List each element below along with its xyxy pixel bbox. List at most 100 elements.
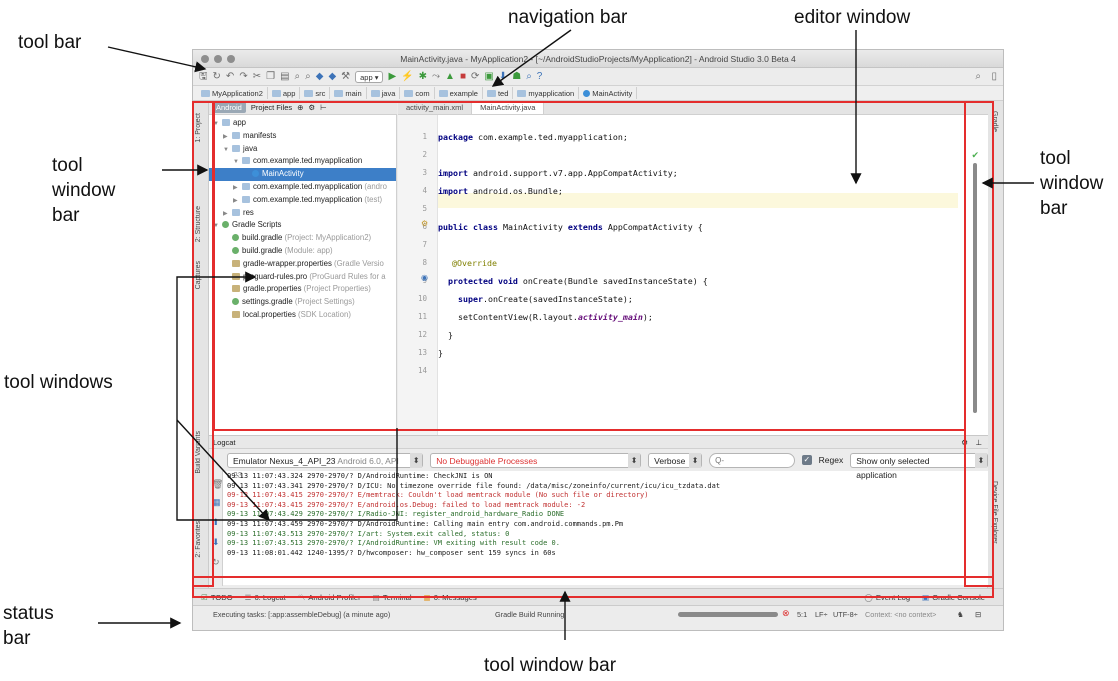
build-status: Gradle Build Running bbox=[495, 609, 565, 619]
forward-icon[interactable]: ◆ bbox=[328, 70, 336, 84]
log-line: 09-13 11:07:43.513 2970-2970/? I/Android… bbox=[227, 539, 560, 548]
gradle-sync-icon[interactable]: ⟳ bbox=[471, 70, 479, 84]
folder-icon bbox=[334, 89, 344, 97]
breadcrumb-item[interactable]: com bbox=[400, 87, 435, 99]
file-encoding[interactable]: UTF-8÷ bbox=[833, 610, 858, 619]
sdk-manager-icon[interactable]: ⬇ bbox=[499, 70, 507, 84]
device-select[interactable]: Emulator Nexus_4_API_23 Android 6.0, API… bbox=[227, 452, 424, 480]
log-line: 09-13 11:07:43.324 2970-2970/? D/Android… bbox=[227, 472, 493, 480]
callout-editor-window: editor window bbox=[794, 7, 911, 28]
callout-navigation-bar: navigation bar bbox=[508, 7, 628, 28]
hector-icon[interactable]: ♞ bbox=[957, 610, 964, 619]
caret-position[interactable]: 5:1 bbox=[797, 610, 807, 619]
breadcrumb-item[interactable]: ted bbox=[483, 87, 514, 99]
line-separator[interactable]: LF÷ bbox=[815, 610, 828, 619]
breadcrumb-item[interactable]: MainActivity bbox=[579, 87, 638, 99]
make-project-icon[interactable]: ⚒ bbox=[341, 70, 350, 84]
callout-tool-bar: tool bar bbox=[18, 32, 82, 53]
breadcrumb-item[interactable]: src bbox=[300, 87, 331, 99]
build-progress-bar bbox=[678, 612, 778, 617]
log-line: 09-13 11:07:43.513 2970-2970/? I/art: Sy… bbox=[227, 529, 510, 538]
callout-tool-window-bar-bottom: tool window bar bbox=[484, 655, 617, 676]
search-everywhere-icon[interactable]: ⌕ bbox=[975, 70, 981, 84]
arrow-tool-bar bbox=[107, 46, 207, 73]
highlight-right-tool-window-bar bbox=[964, 101, 994, 587]
undo-icon[interactable]: ↶ bbox=[226, 70, 234, 84]
breadcrumb-label: ted bbox=[497, 88, 509, 98]
breadcrumb-label: com bbox=[415, 88, 430, 98]
logcat-title: Logcat bbox=[213, 438, 236, 447]
folder-icon bbox=[304, 89, 314, 97]
profile-icon[interactable]: ▲ bbox=[445, 70, 455, 84]
run-icon[interactable]: ▶ bbox=[388, 70, 396, 84]
attach-debugger-icon[interactable]: ⤳ bbox=[432, 70, 440, 84]
help-icon[interactable]: ? bbox=[537, 70, 543, 84]
apply-changes-icon[interactable]: ⚡ bbox=[401, 70, 413, 84]
breadcrumb-item[interactable]: myapplication bbox=[513, 87, 580, 99]
folder-icon bbox=[201, 89, 210, 97]
breadcrumb-label: app bbox=[282, 88, 296, 98]
folder-icon bbox=[486, 89, 496, 97]
callout-tool-window-bar-right: tool window bar bbox=[1040, 148, 1104, 219]
copy-icon[interactable]: ❐ bbox=[266, 70, 275, 84]
back-icon[interactable]: ◆ bbox=[316, 70, 324, 84]
logcat-search-input[interactable] bbox=[709, 452, 796, 468]
breadcrumb-label: example bbox=[449, 88, 478, 98]
toolbar: 🖫 ↻ ↶ ↷ ✂ ❐ ▤ ⌕ ⌕ ◆ ◆ ⚒ app ▾ ▶ ⚡ ✱ ⤳ ▲ … bbox=[193, 68, 1003, 86]
folder-icon bbox=[370, 89, 380, 97]
logcat-output: 09-13 11:07:43.324 2970-2970/? D/Android… bbox=[227, 472, 984, 582]
breadcrumb-label: java bbox=[381, 88, 396, 98]
android-monitor-icon[interactable]: ☗ bbox=[512, 70, 521, 84]
folder-icon bbox=[271, 89, 281, 97]
window-title: MainActivity.java - MyApplication2 - [~/… bbox=[400, 53, 796, 64]
log-line: 09-13 11:07:43.415 2970-2970/? E/android… bbox=[227, 500, 586, 509]
breadcrumb-label: MyApplication2 bbox=[212, 88, 263, 98]
breadcrumb-item[interactable]: app bbox=[268, 87, 301, 99]
redo-icon[interactable]: ↷ bbox=[239, 70, 247, 84]
save-icon[interactable]: 🖫 bbox=[199, 70, 208, 84]
stop-icon[interactable]: ■ bbox=[460, 70, 466, 84]
class-icon bbox=[583, 89, 591, 97]
context-indicator: Context: <no context> bbox=[865, 609, 937, 619]
replace-icon[interactable]: ⌕ bbox=[305, 70, 311, 84]
event-icon[interactable]: ▯ bbox=[991, 70, 997, 84]
highlight-tool-windows bbox=[213, 101, 966, 431]
highlight-left-tool-window-bar bbox=[192, 101, 214, 587]
logcat-header: Logcat ⚙ ⊥ bbox=[209, 436, 988, 449]
log-line: 09-13 11:07:43.429 2970-2970/? I/Radio-J… bbox=[227, 510, 565, 519]
avd-manager-icon[interactable]: ▣ bbox=[484, 70, 493, 84]
log-line: 09-13 11:07:43.415 2970-2970/? E/memtrac… bbox=[227, 491, 649, 500]
breadcrumb-item[interactable]: example bbox=[435, 87, 483, 99]
sync-icon[interactable]: ↻ bbox=[213, 70, 221, 84]
callout-tool-window-bar-left: tool window bar bbox=[52, 155, 116, 226]
highlight-bottom-tool-window-bar bbox=[192, 576, 994, 598]
process-select[interactable]: No Debuggable Processes bbox=[430, 452, 642, 468]
folder-icon bbox=[438, 89, 448, 97]
regex-checkbox[interactable]: ✓ bbox=[802, 455, 812, 465]
callout-tool-windows: tool windows bbox=[4, 372, 113, 393]
cancel-build-icon[interactable]: ⊗ bbox=[782, 608, 790, 619]
lock-icon[interactable]: ⊟ bbox=[975, 610, 981, 619]
debug-icon[interactable]: ✱ bbox=[419, 70, 427, 84]
cut-icon[interactable]: ✂ bbox=[253, 70, 261, 84]
run-config-select[interactable]: app ▾ bbox=[355, 70, 384, 83]
layout-inspector-icon[interactable]: ⌕ bbox=[526, 70, 532, 84]
logcat-controls: Emulator Nexus_4_API_23 Android 6.0, API… bbox=[209, 449, 988, 480]
log-level-select[interactable]: Verbose bbox=[648, 452, 703, 468]
folder-icon bbox=[517, 89, 527, 97]
status-bar: Executing tasks: [:app:assembleDebug] (a… bbox=[193, 605, 1003, 622]
log-line: 09-13 11:07:43.459 2970-2970/? D/Android… bbox=[227, 519, 624, 528]
breadcrumb-item[interactable]: main bbox=[330, 87, 367, 99]
log-line: 09-13 11:07:43.341 2970-2970/? D/ICU: No… bbox=[227, 481, 721, 490]
folder-icon bbox=[404, 89, 414, 97]
paste-icon[interactable]: ▤ bbox=[280, 70, 289, 84]
breadcrumb-item[interactable]: java bbox=[367, 87, 401, 99]
find-icon[interactable]: ⌕ bbox=[295, 70, 301, 84]
breadcrumb-label: src bbox=[315, 88, 326, 98]
status-message: Executing tasks: [:app:assembleDebug] (a… bbox=[213, 609, 391, 619]
callout-status-bar: status bar bbox=[3, 603, 54, 649]
navigation-bar: MyApplication2 app src main java com example te… bbox=[193, 86, 1003, 101]
regex-label: Regex bbox=[818, 455, 844, 465]
device-select-value: Emulator Nexus_4_API_23 bbox=[233, 455, 336, 466]
breadcrumb-item[interactable]: MyApplication2 bbox=[197, 87, 268, 99]
